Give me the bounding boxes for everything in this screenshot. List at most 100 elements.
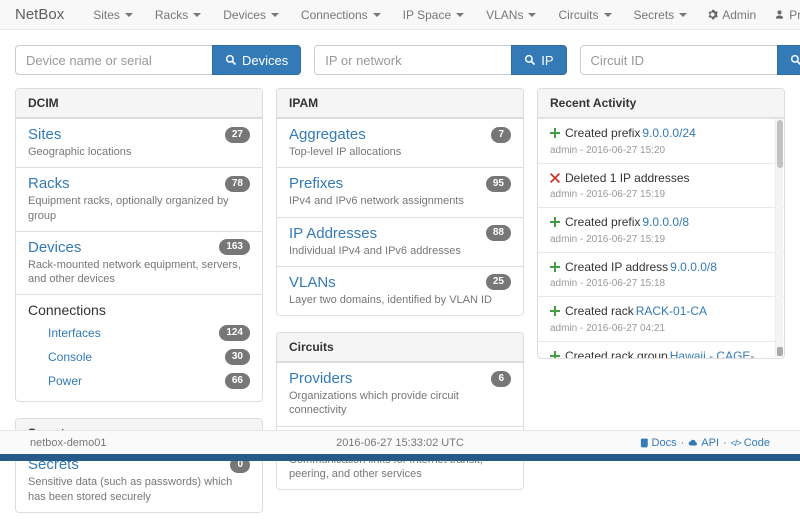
recent-activity-panel: Recent Activity Created prefix9.0.0.0/24	[537, 88, 785, 359]
activity-list: Created prefix9.0.0.0/24 admin - 2016-06…	[538, 118, 784, 358]
activity-icon	[550, 215, 561, 231]
search-icon	[225, 54, 237, 66]
item-description: Layer two domains, identified by VLAN ID	[289, 293, 511, 307]
docs-link[interactable]: Docs	[639, 437, 677, 449]
profile-label: Profile	[789, 8, 800, 22]
chevron-down-icon	[193, 13, 201, 17]
item-link[interactable]: IP Addresses	[289, 225, 377, 242]
bottom-accent-bar	[0, 454, 800, 461]
connection-link[interactable]: Console	[48, 350, 92, 364]
chevron-down-icon	[456, 13, 464, 17]
nav-menu-label: VLANs	[486, 8, 523, 22]
connection-sub-item: Interfaces 124	[28, 321, 250, 345]
api-link[interactable]: API	[688, 437, 719, 449]
activity-row: Created rackRACK-01-CA admin - 2016-06-2…	[538, 296, 784, 341]
nav-menu-label: Secrets	[634, 8, 675, 22]
item-description: IPv4 and IPv6 network assignments	[289, 194, 511, 208]
item-link[interactable]: Racks	[28, 175, 70, 192]
item-link[interactable]: Providers	[289, 370, 352, 387]
item-link[interactable]: Devices	[28, 239, 81, 256]
cloud-icon	[688, 438, 698, 448]
footer-timestamp: 2016-06-27 15:33:02 UTC	[248, 437, 553, 449]
connections-list: Interfaces 124 Console 30 Power 66	[28, 321, 250, 393]
item-link[interactable]: Aggregates	[289, 126, 366, 143]
item-link[interactable]: Sites	[28, 126, 61, 143]
activity-object-link[interactable]: 9.0.0.0/8	[670, 260, 717, 274]
item-link[interactable]: VLANs	[289, 274, 336, 291]
dashboard-content: DCIM Sites 27 Geographic locations Racks	[0, 88, 800, 529]
item-description: Equipment racks, optionally organized by…	[28, 194, 250, 223]
chevron-down-icon	[373, 13, 381, 17]
nav-menu-item[interactable]: Circuits	[547, 0, 622, 30]
admin-label: Admin	[722, 8, 756, 22]
footer-hostname: netbox-demo01	[30, 437, 248, 449]
item-description: Organizations which provide circuit conn…	[289, 389, 511, 418]
list-item: Racks 78 Equipment racks, optionally org…	[16, 167, 262, 231]
circuit-search-button[interactable]: Circuits	[777, 45, 800, 75]
netbox-brand[interactable]: NetBox	[15, 6, 64, 23]
connections-block: Connections Interfaces 124 Console 30	[16, 294, 262, 401]
list-item: Devices 163 Rack-mounted network equipme…	[16, 231, 262, 295]
column-dcim: DCIM Sites 27 Geographic locations Racks	[15, 88, 263, 529]
activity-row: Created prefix9.0.0.0/8 admin - 2016-06-…	[538, 207, 784, 252]
nav-menu-item[interactable]: VLANs	[475, 0, 547, 30]
nav-menu-item[interactable]: IP Space	[392, 0, 475, 30]
nav-menu-item[interactable]: Devices	[212, 0, 290, 30]
activity-row: Created rack groupHawaii - CAGE-DH1-01 a…	[538, 341, 784, 358]
count-badge: 95	[486, 176, 511, 192]
list-item: Sites 27 Geographic locations	[16, 118, 262, 167]
activity-object-link[interactable]: RACK-01-CA	[636, 304, 707, 318]
nav-menu-item[interactable]: Sites	[82, 0, 144, 30]
code-link[interactable]: </> Code	[731, 437, 770, 449]
device-search-button[interactable]: Devices	[212, 45, 301, 75]
plus-icon	[550, 262, 560, 272]
count-badge: 30	[225, 349, 250, 365]
activity-object-link[interactable]: 9.0.0.0/24	[642, 126, 695, 140]
connection-link[interactable]: Interfaces	[48, 326, 101, 340]
ip-search-button-label: IP	[541, 53, 553, 68]
footer-separator: ·	[681, 437, 685, 449]
dcim-panel-title: DCIM	[16, 89, 262, 118]
nav-menu-item[interactable]: Connections	[290, 0, 392, 30]
activity-scrollbar-thumb[interactable]	[777, 120, 783, 168]
item-description: Individual IPv4 and IPv6 addresses	[289, 244, 511, 258]
item-link[interactable]: Prefixes	[289, 175, 343, 192]
count-badge: 7	[491, 127, 511, 143]
nav-right: Admin Profile Log out	[698, 0, 800, 30]
column-activity: Recent Activity Created prefix9.0.0.0/24	[537, 88, 785, 375]
list-item: IP Addresses 88 Individual IPv4 and IPv6…	[277, 217, 523, 266]
chevron-down-icon	[528, 13, 536, 17]
item-description: Rack-mounted network equipment, servers,…	[28, 258, 250, 287]
code-label: Code	[744, 437, 770, 449]
profile-link[interactable]: Profile	[765, 0, 800, 30]
x-delete-icon	[550, 173, 560, 183]
activity-icon	[550, 126, 561, 142]
chevron-down-icon	[125, 13, 133, 17]
footer: netbox-demo01 2016-06-27 15:33:02 UTC Do…	[0, 430, 800, 454]
activity-object-link[interactable]: 9.0.0.0/8	[642, 215, 689, 229]
user-icon	[774, 9, 785, 20]
nav-menu-item[interactable]: Racks	[144, 0, 212, 30]
search-icon	[524, 54, 536, 66]
ip-search-input[interactable]	[314, 45, 512, 75]
search-row: Devices IP Circuits	[0, 30, 800, 88]
list-item: VLANs 25 Layer two domains, identified b…	[277, 266, 523, 315]
nav-menu-item[interactable]: Secrets	[623, 0, 699, 30]
admin-link[interactable]: Admin	[698, 0, 765, 30]
ip-search-button[interactable]: IP	[511, 45, 566, 75]
activity-meta: admin - 2016-06-27 15:19	[550, 234, 764, 245]
activity-action: Created prefix	[565, 126, 640, 140]
device-search-input[interactable]	[15, 45, 213, 75]
connection-link[interactable]: Power	[48, 374, 82, 388]
book-icon	[639, 438, 649, 448]
nav-menu-label: Circuits	[558, 8, 598, 22]
chevron-down-icon	[271, 13, 279, 17]
nav-menu-label: Devices	[223, 8, 266, 22]
activity-scrollbar-end[interactable]	[777, 347, 783, 356]
circuit-search-input[interactable]	[580, 45, 778, 75]
recent-activity-body: Created prefix9.0.0.0/24 admin - 2016-06…	[538, 118, 784, 358]
plus-icon	[550, 351, 560, 358]
connection-sub-item: Console 30	[28, 345, 250, 369]
circuits-panel: Circuits Providers 6 Organizations which…	[276, 332, 524, 490]
activity-meta: admin - 2016-06-27 04:21	[550, 323, 764, 334]
